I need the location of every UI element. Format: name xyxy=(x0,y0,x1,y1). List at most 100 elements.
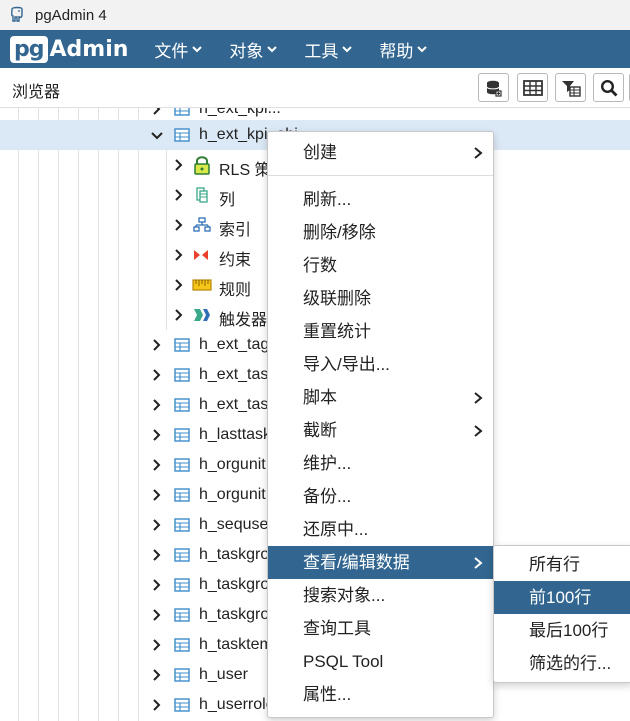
menu-item-delete-cascade[interactable]: 级联删除 xyxy=(268,282,493,315)
chevron-right-icon xyxy=(153,669,161,681)
submenu-item-first-100[interactable]: 前100行 xyxy=(494,581,630,614)
menu-item-delete[interactable]: 删除/移除 xyxy=(268,216,493,249)
menu-item-label: PSQL Tool xyxy=(303,652,384,671)
tree-row-label: h_ext_task xyxy=(199,366,277,383)
table-icon xyxy=(174,398,190,412)
filtered-rows-button[interactable] xyxy=(555,73,586,102)
title-bar: pgAdmin 4 xyxy=(0,0,630,30)
table-icon xyxy=(174,428,190,442)
menu-item-restore[interactable]: 还原中... xyxy=(268,513,493,546)
tree-row-label: h_user xyxy=(199,666,248,683)
menu-item-properties[interactable]: 属性... xyxy=(268,678,493,711)
columns-icon xyxy=(196,187,208,203)
submenu-item-label: 所有行 xyxy=(529,555,580,574)
pgadmin-logo[interactable]: pg Admin xyxy=(10,34,128,64)
table-icon xyxy=(174,338,190,352)
tree-row-label: h_lasttask xyxy=(199,426,272,443)
menu-item-psql-tool[interactable]: PSQL Tool xyxy=(268,645,493,678)
menu-item-truncate[interactable]: 截断 xyxy=(268,414,493,447)
menu-help[interactable]: 帮助 xyxy=(379,37,428,62)
menu-item-label: 刷新... xyxy=(303,190,352,209)
menu-item-refresh[interactable]: 刷新... xyxy=(268,183,493,216)
tree-row-label: h_orgunit xyxy=(199,486,266,503)
submenu-item-label: 最后100行 xyxy=(529,621,609,640)
menu-divider xyxy=(268,175,493,176)
menu-item-label: 属性... xyxy=(303,685,352,704)
chevron-down-icon xyxy=(342,46,353,53)
tree-row-label: 列 xyxy=(219,192,236,209)
table-icon xyxy=(174,668,190,682)
tree-row-label: 触发器 xyxy=(219,312,268,329)
menu-item-scripts[interactable]: 脚本 xyxy=(268,381,493,414)
menu-item-query-tool[interactable]: 查询工具 xyxy=(268,612,493,645)
table-icon xyxy=(174,518,190,532)
main-navbar: pg Admin 文件 对象 工具 帮助 xyxy=(0,30,630,68)
menu-item-label: 脚本 xyxy=(303,388,337,407)
chevron-right-icon xyxy=(153,639,161,651)
menu-item-maintenance[interactable]: 维护... xyxy=(268,447,493,480)
menu-item-backup[interactable]: 备份... xyxy=(268,480,493,513)
chevron-down-icon xyxy=(417,46,428,53)
logo-admin: Admin xyxy=(49,36,129,62)
chevron-right-icon xyxy=(153,519,161,531)
chevron-right-icon xyxy=(153,369,161,381)
menu-tools[interactable]: 工具 xyxy=(304,37,353,62)
tree-row-label: h_taskgro xyxy=(199,576,270,593)
table-icon xyxy=(174,488,190,502)
chevron-down-icon xyxy=(151,132,163,140)
chevron-right-icon xyxy=(153,399,161,411)
menu-item-label: 截断 xyxy=(303,421,337,440)
table-icon xyxy=(174,698,190,712)
tree-row-label: h_orgunit xyxy=(199,456,266,473)
chevron-right-icon xyxy=(474,425,483,437)
menu-item-create[interactable]: 创建 xyxy=(268,136,493,169)
menu-item-label: 备份... xyxy=(303,487,352,506)
menu-item-label: 查看/编辑数据 xyxy=(303,553,410,572)
menu-item-reset-stats[interactable]: 重置统计 xyxy=(268,315,493,348)
query-tool-button[interactable] xyxy=(478,73,509,102)
chevron-right-icon xyxy=(153,339,161,351)
chevron-right-icon xyxy=(175,309,183,321)
menu-item-label: 导入/导出... xyxy=(303,355,390,374)
tree-row-label: h_userrole xyxy=(199,696,275,713)
tree-row-label: h_ext_task xyxy=(199,396,277,413)
window-title: pgAdmin 4 xyxy=(35,6,107,24)
menu-help-label: 帮助 xyxy=(379,41,414,61)
view-data-button[interactable] xyxy=(517,73,548,102)
submenu-item-all-rows[interactable]: 所有行 xyxy=(494,548,630,581)
menu-item-search-objects[interactable]: 搜索对象... xyxy=(268,579,493,612)
chevron-right-icon xyxy=(175,159,183,171)
menu-file[interactable]: 文件 xyxy=(154,37,203,62)
context-menu: 创建 刷新... 删除/移除 行数 级联删除 重置统计 导入/导出... 脚本 … xyxy=(267,131,494,718)
chevron-right-icon xyxy=(153,549,161,561)
chevron-right-icon xyxy=(153,489,161,501)
table-icon xyxy=(174,458,190,472)
chevron-right-icon xyxy=(153,609,161,621)
grid-icon xyxy=(522,79,543,96)
submenu-item-last-100[interactable]: 最后100行 xyxy=(494,614,630,647)
chevron-right-icon xyxy=(153,579,161,591)
chevron-right-icon xyxy=(474,147,483,159)
menu-object[interactable]: 对象 xyxy=(229,37,278,62)
menu-item-view-edit-data[interactable]: 查看/编辑数据 xyxy=(268,546,493,579)
menu-item-count-rows[interactable]: 行数 xyxy=(268,249,493,282)
rule-icon xyxy=(192,279,212,291)
menu-item-import-export[interactable]: 导入/导出... xyxy=(268,348,493,381)
chevron-right-icon xyxy=(175,249,183,261)
submenu-item-filtered-rows[interactable]: 筛选的行... xyxy=(494,647,630,680)
browser-toolbar: 浏览器 xyxy=(0,68,630,108)
trigger-icon xyxy=(194,309,210,321)
submenu-item-label: 筛选的行... xyxy=(529,654,612,673)
tree-row-label: 规则 xyxy=(219,282,252,299)
chevron-right-icon xyxy=(153,429,161,441)
tree-row-label: 索引 xyxy=(219,222,252,239)
search-objects-button[interactable] xyxy=(593,73,624,102)
menu-item-label: 查询工具 xyxy=(303,619,371,638)
search-icon xyxy=(600,79,617,96)
chevron-right-icon xyxy=(153,459,161,471)
table-icon xyxy=(174,548,190,562)
table-icon xyxy=(174,108,190,116)
tree-row-label: h_taskgro xyxy=(199,606,270,623)
menu-object-label: 对象 xyxy=(229,41,264,61)
chevron-down-icon xyxy=(192,46,203,53)
